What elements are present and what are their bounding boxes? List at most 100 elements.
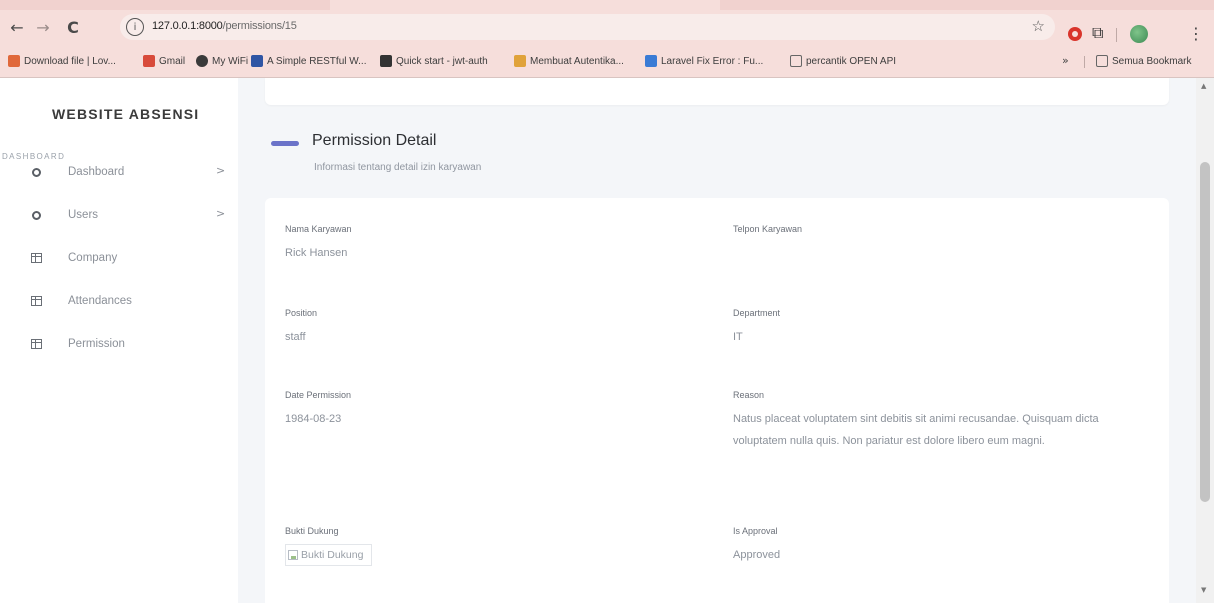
bookmark-label: Laravel Fix Error : Fu... — [661, 55, 764, 67]
site-info-icon[interactable]: i — [126, 18, 144, 36]
sidebar-item-label: Attendances — [68, 295, 132, 307]
field-label: Department — [733, 308, 781, 318]
bookmark-label: A Simple RESTful W... — [267, 55, 367, 67]
field-label: Reason — [733, 390, 765, 400]
field-value: staff — [285, 331, 306, 343]
circle-icon — [30, 166, 42, 178]
bookmark-label: Gmail — [159, 55, 186, 67]
sidebar-item-company[interactable]: Company — [30, 244, 230, 272]
page-title: Permission Detail — [312, 132, 437, 149]
bookmark-item[interactable]: Quick start - jwt-auth — [380, 55, 488, 67]
browser-menu-icon[interactable]: ⋮ — [1188, 24, 1204, 43]
reload-icon[interactable]: C — [62, 16, 84, 38]
header-card — [265, 78, 1169, 105]
folder-icon — [790, 55, 802, 67]
sidebar-item-users[interactable]: Users > — [30, 201, 230, 229]
field-label: Date Permission — [285, 390, 352, 400]
url-path: /permissions/15 — [222, 20, 297, 32]
permission-detail-card: Nama Karyawan Rick Hansen Telpon Karyawa… — [265, 198, 1169, 603]
profile-avatar[interactable] — [1130, 25, 1148, 43]
all-bookmarks-label: Semua Bookmark — [1112, 55, 1192, 67]
field-value: Approved — [733, 549, 781, 561]
bookmark-favicon-icon — [645, 55, 657, 67]
bookmark-item[interactable]: percantik OPEN API — [790, 55, 896, 67]
url-text[interactable]: 127.0.0.1:8000/permissions/15 — [152, 20, 297, 32]
bookmark-item[interactable]: Download file | Lov... — [8, 55, 116, 67]
active-tab[interactable] — [330, 0, 720, 10]
reason-field: Reason Natus placeat voluptatem sint deb… — [733, 390, 1143, 452]
extension-record-icon[interactable] — [1068, 27, 1082, 41]
toolbar-divider — [1116, 28, 1117, 42]
field-label: Position — [285, 308, 318, 318]
field-value: 1984-08-23 — [285, 413, 342, 425]
position-field: Position staff — [285, 308, 705, 348]
department-field: Department IT — [733, 308, 1153, 348]
broken-image-icon — [288, 550, 298, 560]
circle-icon — [30, 209, 42, 221]
sidebar-item-dashboard[interactable]: Dashboard > — [30, 158, 230, 186]
approval-field: Is Approval Approved — [733, 526, 1153, 566]
employee-phone-field: Telpon Karyawan — [733, 224, 1153, 242]
bookmark-item[interactable]: My WiFi — [196, 55, 248, 67]
url-host: 127.0.0.1:8000 — [152, 20, 223, 32]
field-label: Nama Karyawan — [285, 224, 352, 234]
proof-image[interactable]: Bukti Dukung — [285, 544, 373, 566]
scrollbar-thumb[interactable] — [1200, 162, 1210, 502]
field-value: Rick Hansen — [285, 247, 348, 259]
date-permission-field: Date Permission 1984-08-23 — [285, 390, 705, 430]
globe-icon — [196, 55, 208, 67]
field-value: IT — [733, 331, 743, 343]
proof-field: Bukti Dukung Bukti Dukung — [285, 526, 705, 566]
page-viewport: WEBSITE ABSENSI DASHBOARD Dashboard > Us… — [0, 78, 1214, 603]
proof-image-alt: Bukti Dukung — [301, 549, 364, 561]
bookmark-favicon-icon — [514, 55, 526, 67]
bookmark-label: My WiFi — [212, 55, 249, 67]
brand-title[interactable]: WEBSITE ABSENSI — [52, 106, 199, 122]
table-icon — [30, 252, 42, 264]
sidebar-item-label: Company — [68, 252, 118, 264]
bookmark-favicon-icon — [8, 55, 20, 67]
extensions-puzzle-icon[interactable]: ⧉ — [1092, 23, 1103, 43]
more-bookmarks-icon[interactable]: » — [1062, 54, 1069, 67]
bookmark-label: percantik OPEN API — [806, 55, 897, 67]
sidebar-item-label: Users — [68, 209, 99, 221]
bookmark-favicon-icon — [380, 55, 392, 67]
forward-arrow-icon[interactable]: → — [32, 16, 54, 38]
table-icon — [30, 338, 42, 350]
address-bar[interactable]: i 127.0.0.1:8000/permissions/15 ☆ — [120, 14, 1055, 40]
bookmark-label: Membuat Autentika... — [530, 55, 624, 67]
sidebar-item-permission[interactable]: Permission — [30, 330, 230, 358]
field-value: Natus placeat voluptatem sint debitis si… — [733, 413, 1099, 447]
back-arrow-icon[interactable]: ← — [6, 16, 28, 38]
bookmark-item[interactable]: Gmail — [143, 55, 185, 67]
scroll-down-arrow-icon[interactable]: ▼ — [1201, 586, 1206, 594]
bookmarks-bar: Download file | Lov... Gmail My WiFi A S… — [0, 44, 1214, 78]
browser-tab-strip — [0, 0, 1214, 10]
all-bookmarks-button[interactable]: Semua Bookmark — [1096, 55, 1191, 67]
table-icon — [30, 295, 42, 307]
bookmark-label: Quick start - jwt-auth — [396, 55, 488, 67]
gmail-icon — [143, 55, 155, 67]
field-label: Bukti Dukung — [285, 526, 339, 536]
field-label: Telpon Karyawan — [733, 224, 803, 234]
browser-toolbar: ← → C i 127.0.0.1:8000/permissions/15 ☆ … — [0, 10, 1214, 44]
page-subtitle: Informasi tentang detail izin karyawan — [314, 162, 482, 173]
sidebar: WEBSITE ABSENSI DASHBOARD Dashboard > Us… — [0, 78, 238, 603]
heading-accent-bar — [271, 141, 299, 146]
field-label: Is Approval — [733, 526, 778, 536]
bookmark-item[interactable]: Laravel Fix Error : Fu... — [645, 55, 763, 67]
bookmarks-divider — [1084, 56, 1085, 68]
bookmark-star-icon[interactable]: ☆ — [1032, 17, 1045, 35]
chevron-right-icon: > — [216, 164, 226, 177]
sidebar-item-label: Permission — [68, 338, 125, 350]
chevron-right-icon: > — [216, 207, 226, 220]
scroll-up-arrow-icon[interactable]: ▲ — [1201, 82, 1206, 90]
bookmark-label: Download file | Lov... — [24, 55, 116, 67]
employee-name-field: Nama Karyawan Rick Hansen — [285, 224, 705, 264]
bookmark-favicon-icon — [251, 55, 263, 67]
folder-icon — [1096, 55, 1108, 67]
bookmark-item[interactable]: A Simple RESTful W... — [251, 55, 366, 67]
sidebar-item-attendances[interactable]: Attendances — [30, 287, 230, 315]
bookmark-item[interactable]: Membuat Autentika... — [514, 55, 624, 67]
sidebar-item-label: Dashboard — [68, 166, 125, 178]
